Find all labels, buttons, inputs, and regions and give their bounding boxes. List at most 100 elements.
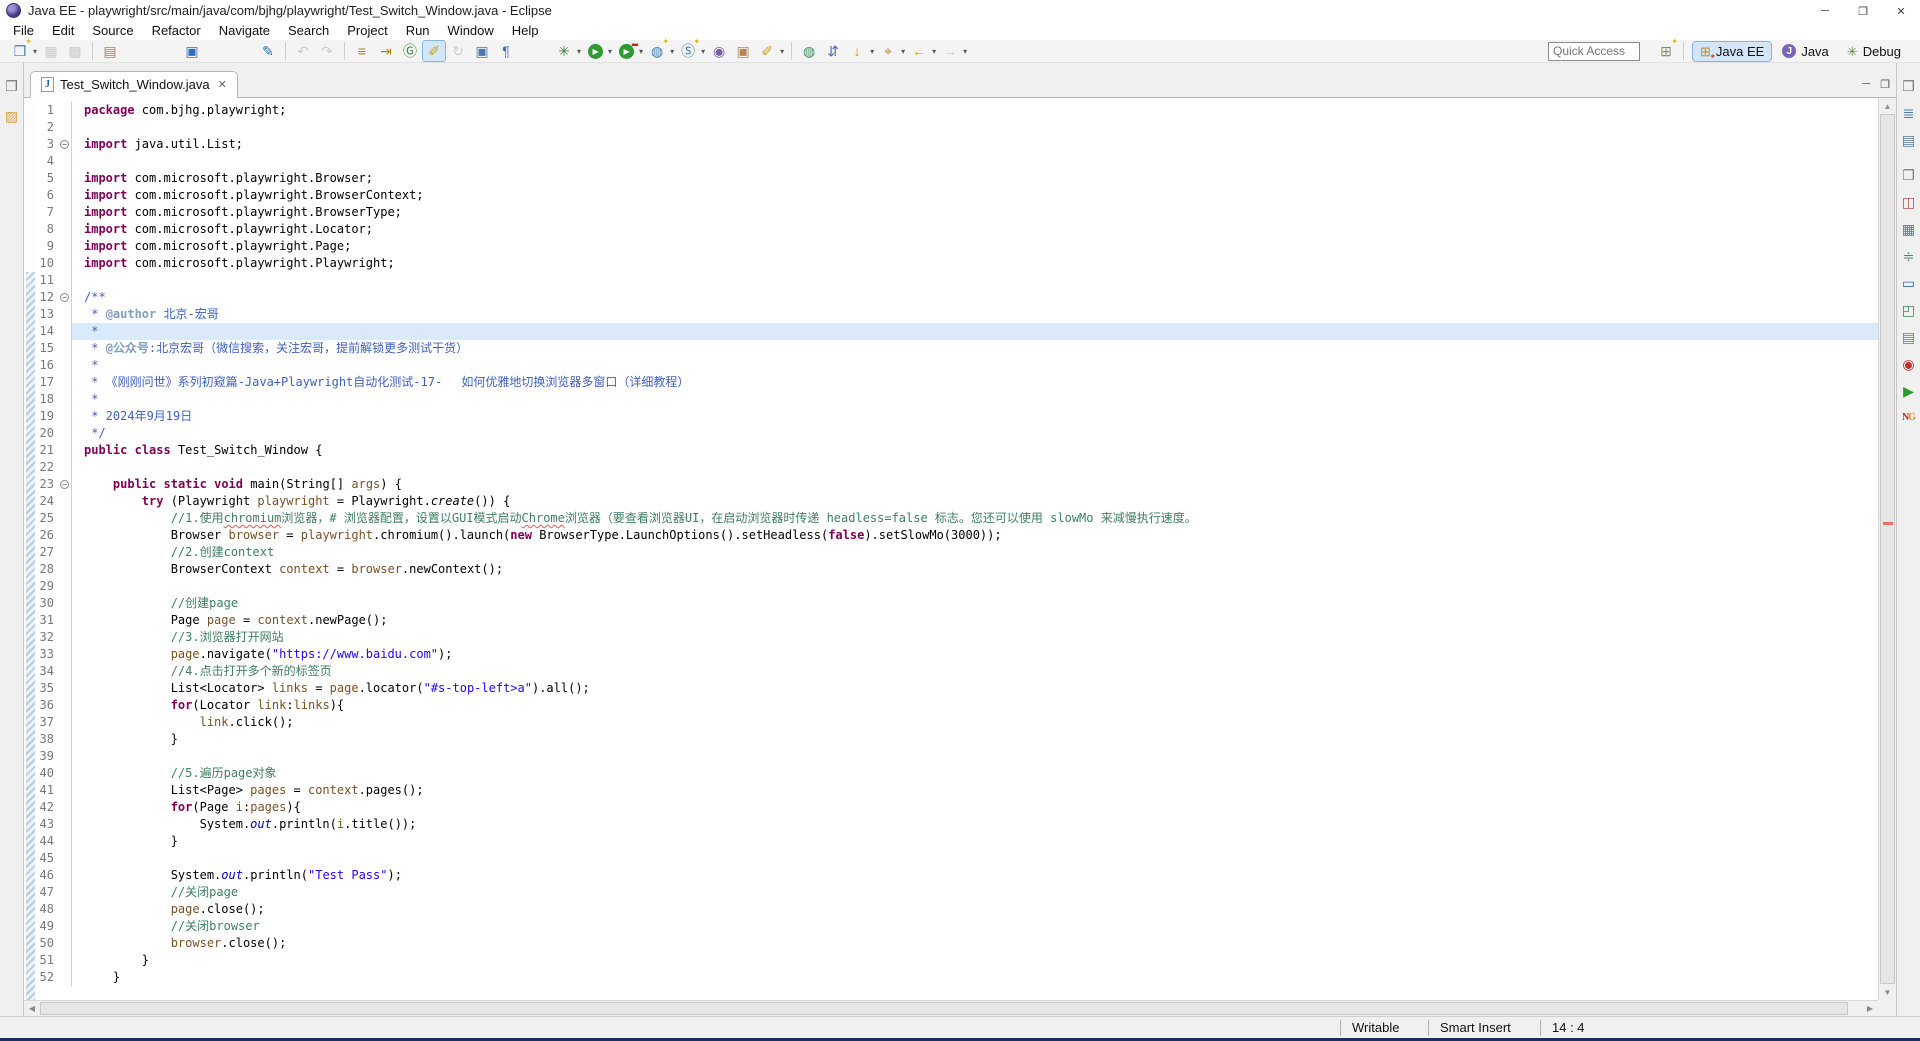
fold-ruler[interactable]	[58, 170, 72, 187]
code-line[interactable]: 22	[36, 459, 1878, 476]
code-line[interactable]: 26 Browser browser = playwright.chromium…	[36, 527, 1878, 544]
vertical-scrollbar[interactable]: ▲ ▼	[1878, 98, 1896, 1000]
save-all-button[interactable]: ▩	[64, 41, 86, 61]
fold-ruler[interactable]	[58, 799, 72, 816]
scroll-down-icon[interactable]: ▼	[1879, 984, 1896, 1000]
code-line[interactable]: 18 *	[36, 391, 1878, 408]
servers-icon[interactable]: ◫	[1900, 193, 1918, 211]
fold-ruler[interactable]	[58, 493, 72, 510]
minimize-button[interactable]: ─	[1806, 0, 1844, 22]
last-edit-location-button-dropdown-icon[interactable]: ▾	[901, 47, 905, 56]
code-line[interactable]: 32 //3.浏览器打开网站	[36, 629, 1878, 646]
sync-user-button[interactable]: ⇵	[822, 41, 844, 61]
code-line[interactable]: 49 //关闭browser	[36, 918, 1878, 935]
save-button[interactable]: ▦	[40, 41, 62, 61]
fold-ruler[interactable]	[58, 952, 72, 969]
fold-ruler[interactable]	[58, 850, 72, 867]
palette-icon[interactable]: ◰	[1900, 301, 1918, 319]
web-service-button-dropdown-icon[interactable]: ▾	[701, 47, 705, 56]
filters-icon[interactable]: ≑	[1900, 247, 1918, 265]
code-line[interactable]: 10 import com.microsoft.playwright.Playwr…	[36, 255, 1878, 272]
code-line[interactable]: 4	[36, 153, 1878, 170]
fold-ruler[interactable]	[58, 578, 72, 595]
debug-button[interactable]: ✳	[553, 41, 575, 61]
code-line[interactable]: 40 //5.遍历page对象	[36, 765, 1878, 782]
code-line[interactable]: 2	[36, 119, 1878, 136]
fold-ruler[interactable]	[58, 918, 72, 935]
data-source-explorer-icon[interactable]: ▦	[1900, 220, 1918, 238]
fold-ruler[interactable]: −	[58, 136, 72, 153]
fold-ruler[interactable]	[58, 935, 72, 952]
code-line[interactable]: 15 * @公众号:北京宏哥（微信搜索，关注宏哥，提前解锁更多测试干货）	[36, 340, 1878, 357]
annotation-ruler[interactable]	[24, 98, 36, 1000]
fold-ruler[interactable]	[58, 391, 72, 408]
code-line[interactable]: 33 page.navigate("https://www.baidu.com"…	[36, 646, 1878, 663]
outline-icon[interactable]: ≣	[1900, 104, 1918, 122]
code-line[interactable]: 45	[36, 850, 1878, 867]
fold-ruler[interactable]	[58, 901, 72, 918]
code-line[interactable]: 14 *	[36, 323, 1878, 340]
maximize-button[interactable]: ❐	[1844, 0, 1882, 22]
new-web-project-button-dropdown-icon[interactable]: ▾	[670, 47, 674, 56]
code-line[interactable]: 30 //创建page	[36, 595, 1878, 612]
redo-button[interactable]: ↷	[316, 41, 338, 61]
last-edit-button[interactable]: ⇥	[375, 41, 397, 61]
open-type-button[interactable]: Ⓖ	[399, 41, 421, 61]
refresh-button[interactable]: ↻	[447, 41, 469, 61]
menu-edit[interactable]: Edit	[43, 22, 83, 40]
fold-ruler[interactable]: −	[58, 289, 72, 306]
code-line[interactable]: 44 }	[36, 833, 1878, 850]
code-line[interactable]: 27 //2.创建context	[36, 544, 1878, 561]
horizontal-scrollbar[interactable]: ◀ ▶	[24, 1000, 1878, 1016]
marker-button[interactable]: ✐	[756, 41, 778, 61]
snippets-icon[interactable]: ▤	[1900, 328, 1918, 346]
menu-window[interactable]: Window	[439, 22, 503, 40]
maximize-view-icon[interactable]: ❐	[1880, 78, 1890, 91]
menu-help[interactable]: Help	[503, 22, 548, 40]
fold-ruler[interactable]	[58, 714, 72, 731]
code-line[interactable]: 28 BrowserContext context = browser.newC…	[36, 561, 1878, 578]
fold-ruler[interactable]	[58, 816, 72, 833]
code-line[interactable]: 47 //关闭page	[36, 884, 1878, 901]
coverage-button-dropdown-icon[interactable]: ▾	[639, 47, 643, 56]
problems-icon[interactable]: ◉	[1900, 355, 1918, 373]
code-line[interactable]: 11	[36, 272, 1878, 289]
code-line[interactable]: 3− import java.util.List;	[36, 136, 1878, 153]
code-line[interactable]: 5 import com.microsoft.playwright.Browser…	[36, 170, 1878, 187]
run-button-dropdown-icon[interactable]: ▾	[608, 47, 612, 56]
fold-ruler[interactable]	[58, 884, 72, 901]
coverage-button[interactable]: ▶ ▂	[615, 38, 638, 61]
fold-ruler[interactable]	[58, 646, 72, 663]
fold-ruler[interactable]	[58, 255, 72, 272]
code-line[interactable]: 38 }	[36, 731, 1878, 748]
minimize-view-icon[interactable]: ─	[1862, 78, 1870, 91]
menu-source[interactable]: Source	[83, 22, 142, 40]
code-line[interactable]: 12− /**	[36, 289, 1878, 306]
debug-button-dropdown-icon[interactable]: ▾	[577, 47, 581, 56]
fold-ruler[interactable]	[58, 153, 72, 170]
last-edit-location-button[interactable]: ⌖	[877, 41, 899, 61]
web-browser-button[interactable]: ◍	[798, 41, 820, 61]
quick-access-input[interactable]	[1547, 41, 1640, 61]
fold-collapse-icon[interactable]: −	[60, 140, 69, 149]
code-line[interactable]: 52 }	[36, 969, 1878, 986]
code-line[interactable]: 51 }	[36, 952, 1878, 969]
editor-tab[interactable]: J Test_Switch_Window.java ✕	[30, 71, 238, 98]
menu-file[interactable]: File	[4, 22, 43, 40]
restore-view-icon[interactable]: ❐	[3, 77, 21, 95]
restore-view-icon[interactable]: ❐	[1900, 166, 1918, 184]
code-line[interactable]: 50 browser.close();	[36, 935, 1878, 952]
horizontal-scrollbar-thumb[interactable]	[40, 1002, 1848, 1015]
fold-ruler[interactable]	[58, 221, 72, 238]
back-button-dropdown-icon[interactable]: ▾	[932, 47, 936, 56]
vertical-scrollbar-thumb[interactable]	[1880, 114, 1895, 984]
new-web-project-button[interactable]: ◍ ✦	[646, 38, 669, 61]
code-line[interactable]: 19 * 2024年9月19日	[36, 408, 1878, 425]
go-to-next-member-button[interactable]: ↓	[846, 41, 868, 61]
code-line[interactable]: 13 * @author 北京-宏哥	[36, 306, 1878, 323]
new-wizard-button[interactable]: ❒ ✦	[9, 38, 32, 61]
fold-ruler[interactable]	[58, 697, 72, 714]
scroll-left-icon[interactable]: ◀	[24, 1001, 40, 1016]
new-servlet-button[interactable]: ▤	[99, 41, 121, 61]
fold-ruler[interactable]	[58, 731, 72, 748]
